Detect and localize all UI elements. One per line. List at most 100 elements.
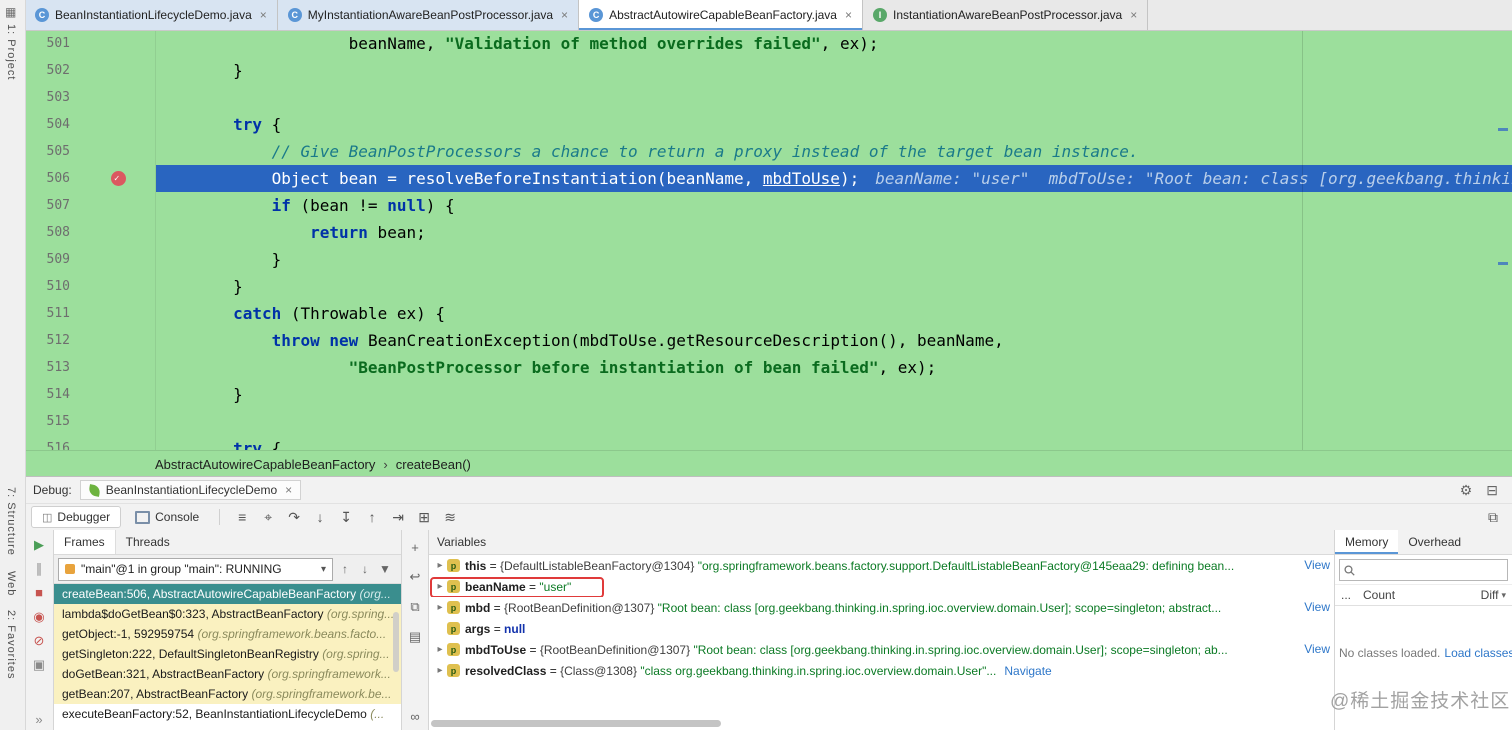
code-text[interactable]: Object bean = resolveBeforeInstantiation… bbox=[156, 165, 1512, 192]
gutter[interactable]: 516 bbox=[25, 435, 156, 450]
frames-scrollbar[interactable] bbox=[393, 612, 399, 672]
close-icon[interactable]: × bbox=[845, 8, 852, 22]
variable-row-resolvedClass[interactable]: ▸ p resolvedClass = {Class@1308} "class or… bbox=[429, 660, 1334, 681]
tab-overhead[interactable]: Overhead bbox=[1398, 530, 1471, 554]
frame-row[interactable]: createBean:506, AbstractAutowireCapableB… bbox=[54, 584, 401, 604]
gutter[interactable]: 506 bbox=[25, 165, 156, 193]
expand-chevron-icon[interactable]: ▸ bbox=[433, 644, 447, 655]
breadcrumb-class[interactable]: AbstractAutowireCapableBeanFactory bbox=[155, 457, 375, 472]
navigate-link[interactable]: Navigate bbox=[1004, 664, 1051, 678]
code-text[interactable]: } bbox=[156, 57, 1512, 84]
next-frame-icon[interactable]: ↓ bbox=[357, 562, 373, 576]
gutter[interactable]: 512 bbox=[25, 327, 156, 354]
expand-chevron-icon[interactable]: ▸ bbox=[433, 602, 447, 613]
code-text[interactable]: } bbox=[156, 381, 1512, 408]
view-breakpoints-icon[interactable]: ◉ bbox=[33, 610, 44, 623]
table-view-icon[interactable]: ▤ bbox=[409, 629, 421, 645]
expand-chevron-icon[interactable]: ▸ bbox=[433, 581, 447, 592]
frame-row[interactable]: getBean:207, AbstractBeanFactory (org.sp… bbox=[54, 684, 401, 704]
stream-debugger-icon[interactable]: ≋ bbox=[438, 509, 462, 526]
view-link[interactable]: View bbox=[1294, 639, 1330, 660]
add-watch-icon[interactable]: + bbox=[411, 540, 419, 555]
run-to-cursor-icon[interactable]: ⇥ bbox=[386, 509, 410, 526]
close-icon[interactable]: × bbox=[285, 483, 292, 497]
force-step-into-icon[interactable]: ↧ bbox=[334, 509, 358, 526]
thread-dump-icon[interactable]: ▣ bbox=[33, 658, 45, 671]
load-classes-link[interactable]: Load classes bbox=[1444, 646, 1512, 660]
close-icon[interactable]: × bbox=[1130, 8, 1137, 22]
copy-icon[interactable]: ⧉ bbox=[410, 599, 419, 615]
scrollbar-mark[interactable] bbox=[1498, 128, 1508, 131]
frame-row[interactable]: lambda$doGetBean$0:323, AbstractBeanFact… bbox=[54, 604, 401, 624]
stop-icon[interactable]: ■ bbox=[35, 586, 43, 599]
gutter[interactable]: 502 bbox=[25, 57, 156, 84]
gutter[interactable]: 510 bbox=[25, 273, 156, 300]
debug-session-tab[interactable]: BeanInstantiationLifecycleDemo × bbox=[79, 480, 302, 500]
code-text[interactable]: "BeanPostProcessor before instantiation … bbox=[156, 354, 1512, 381]
gutter[interactable]: 505 bbox=[25, 138, 156, 165]
back-icon[interactable]: ↩ bbox=[410, 569, 421, 585]
memory-search[interactable] bbox=[1339, 559, 1508, 581]
gutter[interactable]: 515 bbox=[25, 408, 156, 435]
expand-chevron-icon[interactable]: ▸ bbox=[433, 665, 447, 676]
view-as-table-icon[interactable]: ⊞ bbox=[412, 509, 436, 526]
editor-tab-bean-instantiation-lifecycle-demo[interactable]: C BeanInstantiationLifecycleDemo.java × bbox=[25, 0, 278, 30]
code-text[interactable]: } bbox=[156, 246, 1512, 273]
code-text[interactable] bbox=[156, 408, 1512, 435]
mute-breakpoints-icon[interactable]: ⊘ bbox=[34, 634, 45, 647]
code-text[interactable]: if (bean != null) { bbox=[156, 192, 1512, 219]
variable-row-this[interactable]: ▸ p this = {DefaultListableBeanFactory@130… bbox=[429, 555, 1334, 576]
close-icon[interactable]: × bbox=[260, 8, 267, 22]
sidebar-item-project[interactable]: 1: Project bbox=[5, 24, 17, 80]
gutter[interactable]: 501 bbox=[25, 30, 156, 57]
column-more[interactable]: ... bbox=[1341, 588, 1351, 602]
resume-icon[interactable]: ▶ bbox=[34, 538, 44, 551]
gutter[interactable]: 504 bbox=[25, 111, 156, 138]
breadcrumb-method[interactable]: createBean() bbox=[396, 457, 471, 472]
code-editor[interactable]: 501 beanName, "Validation of method over… bbox=[25, 30, 1512, 450]
editor-tab-my-instantiation-aware-bean-post-processor[interactable]: C MyInstantiationAwareBeanPostProcessor.… bbox=[277, 0, 580, 30]
sidebar-item-structure[interactable]: 7: Structure bbox=[5, 487, 17, 556]
show-execution-point-icon[interactable]: ⌖ bbox=[256, 509, 280, 526]
editor-tab-abstract-autowire-capable-bean-factory[interactable]: C AbstractAutowireCapableBeanFactory.jav… bbox=[579, 0, 863, 30]
code-text[interactable]: try { bbox=[156, 111, 1512, 138]
code-text[interactable]: beanName, "Validation of method override… bbox=[156, 30, 1512, 57]
frame-row[interactable]: executeBeanFactory:52, BeanInstantiation… bbox=[54, 704, 401, 724]
view-link[interactable]: View bbox=[1294, 555, 1330, 576]
tab-frames[interactable]: Frames bbox=[54, 530, 116, 554]
tool-window-grid-icon[interactable]: ▦ bbox=[5, 5, 16, 19]
sidebar-item-web[interactable]: Web bbox=[5, 571, 17, 596]
close-icon[interactable]: × bbox=[561, 8, 568, 22]
step-out-icon[interactable]: ↑ bbox=[360, 509, 384, 526]
frame-row[interactable]: doGetBean:321, AbstractBeanFactory (org.… bbox=[54, 664, 401, 684]
column-count[interactable]: Count bbox=[1363, 588, 1395, 602]
hide-panel-icon[interactable]: ⊟ bbox=[1486, 482, 1498, 499]
variables-h-scrollbar[interactable] bbox=[431, 720, 721, 727]
tab-threads[interactable]: Threads bbox=[116, 530, 180, 554]
variable-row-args[interactable]: p args = null bbox=[429, 618, 1334, 639]
frame-row[interactable]: getSingleton:222, DefaultSingletonBeanRe… bbox=[54, 644, 401, 664]
gutter[interactable]: 511 bbox=[25, 300, 156, 327]
gutter[interactable]: 508 bbox=[25, 219, 156, 246]
scrollbar-mark[interactable] bbox=[1498, 262, 1508, 265]
tab-console[interactable]: Console bbox=[125, 507, 209, 527]
code-text[interactable]: throw new BeanCreationException(mbdToUse… bbox=[156, 327, 1512, 354]
layout-settings-icon[interactable]: ≡ bbox=[230, 509, 254, 526]
thread-selector[interactable]: "main"@1 in group "main": RUNNING ▾ bbox=[58, 557, 333, 581]
pause-icon[interactable]: ∥ bbox=[36, 562, 43, 575]
code-text[interactable]: try { bbox=[156, 435, 1512, 450]
code-text[interactable]: catch (Throwable ex) { bbox=[156, 300, 1512, 327]
tab-memory[interactable]: Memory bbox=[1335, 530, 1399, 554]
more-icon[interactable]: » bbox=[35, 713, 42, 726]
expand-chevron-icon[interactable]: ▸ bbox=[433, 560, 447, 571]
gutter[interactable]: 503 bbox=[25, 84, 156, 111]
code-text[interactable]: } bbox=[156, 273, 1512, 300]
code-text[interactable]: return bean; bbox=[156, 219, 1512, 246]
view-link[interactable]: View bbox=[1294, 597, 1330, 618]
settings-gear-icon[interactable]: ⚙ bbox=[1460, 482, 1473, 499]
prev-frame-icon[interactable]: ↑ bbox=[337, 562, 353, 576]
code-text[interactable] bbox=[156, 84, 1512, 111]
gutter[interactable]: 514 bbox=[25, 381, 156, 408]
variable-row-beanName[interactable]: ▸ p beanName = "user" bbox=[429, 576, 1334, 597]
column-diff[interactable]: Diff ▾ bbox=[1481, 588, 1506, 602]
